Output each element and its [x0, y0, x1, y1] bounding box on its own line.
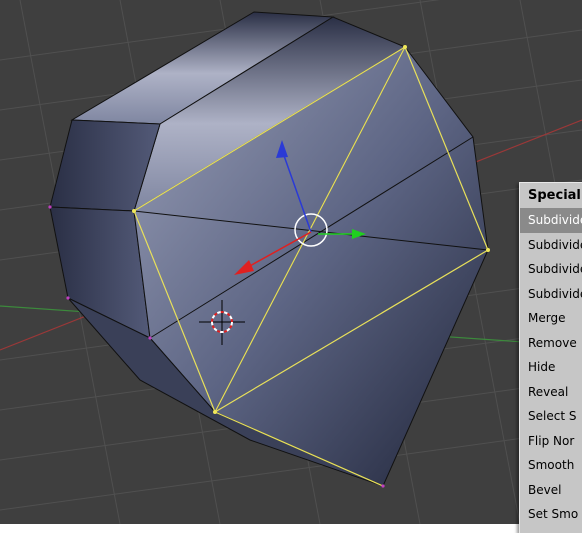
menu-item-bevel[interactable]: Bevel [520, 478, 582, 503]
menu-title: Special [528, 188, 581, 203]
menu-item-set-smooth[interactable]: Set Smo [520, 502, 582, 527]
menu-item-smooth[interactable]: Smooth [520, 453, 582, 478]
specials-menu[interactable]: Special Subdivide Subdivide Subdivide Su… [519, 182, 582, 533]
viewport-canvas[interactable] [0, 0, 582, 524]
menu-item-subdivide[interactable]: Subdivide [520, 208, 582, 233]
menu-item-hide[interactable]: Hide [520, 355, 582, 380]
menu-item-subdivide-multi[interactable]: Subdivide [520, 233, 582, 258]
menu-item-merge[interactable]: Merge [520, 306, 582, 331]
menu-item-flip-normals[interactable]: Flip Nor [520, 429, 582, 454]
menu-item-remove-doubles[interactable]: Remove [520, 331, 582, 356]
menu-item-subdivide-fractal[interactable]: Subdivide [520, 257, 582, 282]
menu-item-select-swap[interactable]: Select S [520, 404, 582, 429]
menu-item-subdivide-smooth[interactable]: Subdivide [520, 282, 582, 307]
3d-viewport[interactable] [0, 0, 582, 524]
menu-item-reveal[interactable]: Reveal [520, 380, 582, 405]
